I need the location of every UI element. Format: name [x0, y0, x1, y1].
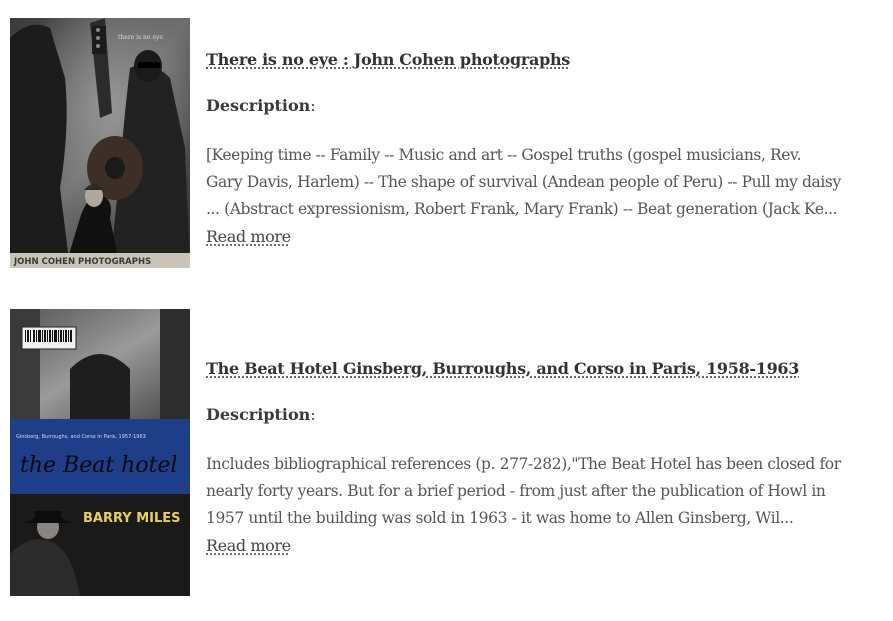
- description-label: Description:: [206, 405, 316, 424]
- description-line: ... (Abstract expressionism, Robert Fran…: [206, 200, 838, 218]
- description-line: [Keeping time -- Family -- Music and art…: [206, 146, 802, 164]
- read-more-link[interactable]: Read more: [206, 223, 291, 250]
- cover-script-title: the Beat hotel: [20, 453, 177, 478]
- search-results-list: there is no eye JOHN COHEN PHOTOGRAPHS T…: [0, 0, 893, 621]
- cover-author: BARRY MILES: [83, 511, 181, 526]
- result-info: There is no eye : John Cohen photographs…: [206, 48, 890, 251]
- description-line: nearly forty years. But for a brief peri…: [206, 482, 826, 500]
- description-label: Description:: [206, 96, 316, 115]
- cover-band-text: Ginsberg, Burroughs, and Corso in Paris,…: [16, 434, 146, 440]
- result-title-link[interactable]: There is no eye : John Cohen photographs: [206, 48, 570, 72]
- description-line: Gary Davis, Harlem) -- The shape of surv…: [206, 173, 841, 191]
- result-item: there is no eye JOHN COHEN PHOTOGRAPHS T…: [10, 18, 890, 268]
- cover-bottom-text: JOHN COHEN PHOTOGRAPHS: [13, 257, 151, 267]
- book-cover-image[interactable]: there is no eye JOHN COHEN PHOTOGRAPHS: [10, 18, 190, 268]
- description-line: Includes bibliographical references (p. …: [206, 455, 841, 473]
- description-line: 1957 until the building was sold in 1963…: [206, 509, 794, 527]
- read-more-link[interactable]: Read more: [206, 532, 291, 559]
- description-text: [Keeping time -- Family -- Music and art…: [206, 142, 890, 251]
- description-text: Includes bibliographical references (p. …: [206, 451, 890, 560]
- cover-top-text: there is no eye: [118, 34, 163, 41]
- result-info: The Beat Hotel Ginsberg, Burroughs, and …: [206, 357, 890, 560]
- book-cover-image[interactable]: Ginsberg, Burroughs, and Corso in Paris,…: [10, 309, 190, 596]
- result-title-link[interactable]: The Beat Hotel Ginsberg, Burroughs, and …: [206, 357, 799, 381]
- result-item: Ginsberg, Burroughs, and Corso in Paris,…: [10, 309, 890, 596]
